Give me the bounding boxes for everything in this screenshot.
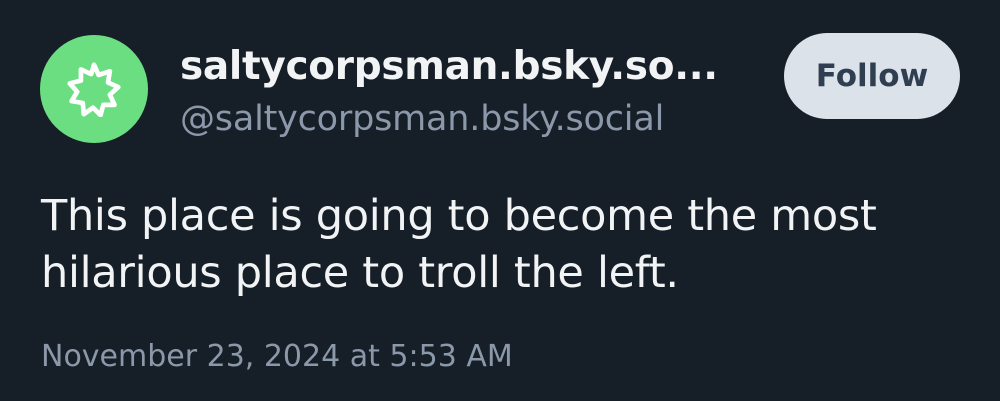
author-display-name[interactable]: saltycorpsman.bsky.so... — [180, 44, 718, 89]
starburst-icon — [67, 62, 121, 117]
author-handle[interactable]: @saltycorpsman.bsky.social — [180, 99, 664, 139]
post-card: saltycorpsman.bsky.so... @saltycorpsman.… — [0, 0, 1000, 401]
post-text: This place is going to become the most h… — [41, 191, 877, 298]
post-timestamp[interactable]: November 23, 2024 at 5:53 AM — [41, 339, 513, 374]
avatar[interactable] — [40, 35, 148, 143]
follow-button[interactable]: Follow — [784, 33, 960, 119]
